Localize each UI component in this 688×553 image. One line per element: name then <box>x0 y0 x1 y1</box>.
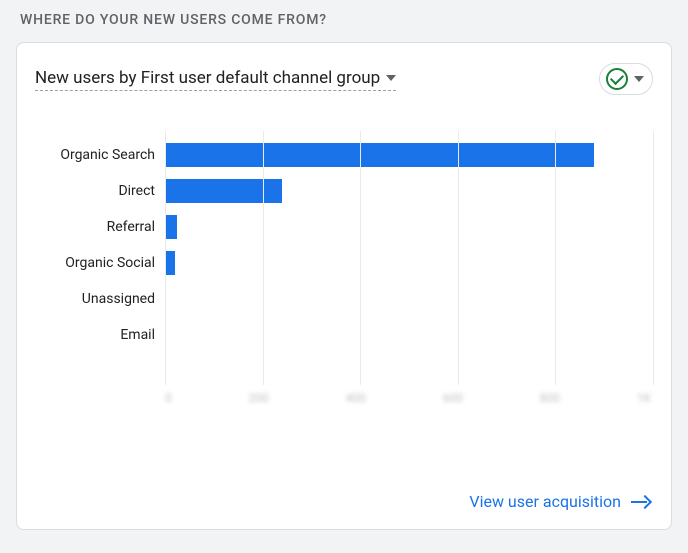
y-axis-label: Direct <box>35 173 165 209</box>
footer-link-label: View user acquisition <box>469 492 621 511</box>
x-axis-tick: 600 <box>443 391 463 405</box>
bar <box>165 251 175 275</box>
x-axis-tick: 0 <box>165 391 172 405</box>
y-axis-label: Organic Search <box>35 137 165 173</box>
section-title: WHERE DO YOUR NEW USERS COME FROM? <box>20 12 672 28</box>
x-axis-tick: 1K <box>637 391 651 405</box>
chevron-down-icon <box>386 75 396 81</box>
gridline <box>555 131 556 385</box>
chevron-down-icon <box>634 76 644 82</box>
gridline <box>263 131 264 385</box>
chart-area: Organic SearchDirectReferralOrganic Soci… <box>35 131 653 411</box>
bar-row <box>165 137 653 173</box>
gridline <box>653 131 654 385</box>
x-axis-tick: 800 <box>540 391 560 405</box>
y-axis-label: Referral <box>35 209 165 245</box>
x-axis-tick: 400 <box>346 391 366 405</box>
bar <box>165 215 177 239</box>
bar-row <box>165 173 653 209</box>
gridline <box>360 131 361 385</box>
gridline <box>458 131 459 385</box>
bar-row <box>165 317 653 353</box>
y-axis-labels: Organic SearchDirectReferralOrganic Soci… <box>35 131 165 411</box>
y-axis-label: Organic Social <box>35 245 165 281</box>
bar-row <box>165 209 653 245</box>
y-axis-label: Email <box>35 317 165 353</box>
chart-card: New users by First user default channel … <box>16 42 672 530</box>
bar-row <box>165 245 653 281</box>
status-dropdown[interactable] <box>599 63 653 95</box>
plot-area <box>165 131 653 385</box>
view-acquisition-link[interactable]: View user acquisition <box>469 492 649 511</box>
bar <box>165 143 594 167</box>
card-header: New users by First user default channel … <box>35 63 653 95</box>
x-axis-tick: 200 <box>249 391 269 405</box>
y-axis-label: Unassigned <box>35 281 165 317</box>
bar-row <box>165 281 653 317</box>
bars-container <box>165 137 653 353</box>
dimension-dropdown[interactable]: New users by First user default channel … <box>35 68 396 91</box>
dimension-label: New users by First user default channel … <box>35 68 380 88</box>
bar <box>165 179 282 203</box>
arrow-right-icon <box>631 493 649 511</box>
x-axis-labels: 0 200 400 600 800 1K <box>165 391 653 405</box>
gridline <box>165 131 166 385</box>
check-circle-icon <box>606 68 628 90</box>
card-footer: View user acquisition <box>469 492 649 511</box>
